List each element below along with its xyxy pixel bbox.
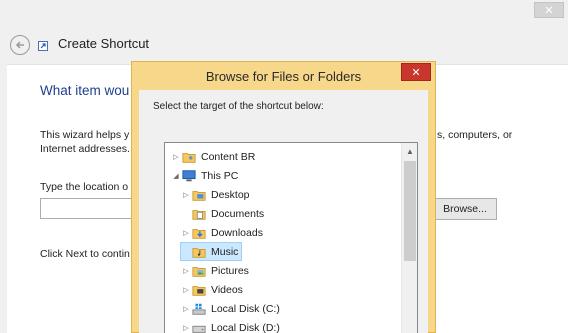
expand-arrow-icon[interactable]: ▷ bbox=[181, 191, 191, 199]
folder-pictures-icon bbox=[191, 263, 207, 279]
folder-user-icon bbox=[181, 149, 197, 165]
drive-icon bbox=[191, 320, 207, 333]
tree-item-label: Pictures bbox=[211, 264, 249, 277]
tree-item-documents[interactable]: Documents bbox=[181, 204, 264, 223]
folder-documents-icon bbox=[191, 206, 207, 222]
tree-item-pictures[interactable]: ▷ Pictures bbox=[181, 261, 249, 280]
wizard-desc-line2: Internet addresses. bbox=[40, 143, 130, 155]
tree-item-this-pc[interactable]: ◢ This PC bbox=[171, 166, 238, 185]
shortcut-icon bbox=[38, 41, 48, 51]
browse-button[interactable]: Browse... bbox=[433, 198, 497, 220]
next-instruction: Click Next to contin bbox=[40, 248, 130, 260]
tree-item-local-disk-c[interactable]: ▷ Local Disk (C:) bbox=[181, 299, 280, 318]
browse-dialog: Browse for Files or Folders ✕ Select the… bbox=[131, 61, 436, 333]
expand-arrow-icon[interactable]: ▷ bbox=[181, 229, 191, 237]
tree-scrollbar[interactable]: ▲ bbox=[401, 143, 417, 333]
expand-arrow-icon[interactable]: ▷ bbox=[181, 324, 191, 332]
tree-item-label: Local Disk (C:) bbox=[211, 302, 280, 315]
tree-item-videos[interactable]: ▷ Videos bbox=[181, 280, 243, 299]
back-arrow-icon bbox=[15, 41, 24, 49]
folder-downloads-icon bbox=[191, 225, 207, 241]
location-label: Type the location o bbox=[40, 181, 129, 193]
windows-drive-icon bbox=[191, 301, 207, 317]
expand-arrow-icon[interactable]: ▷ bbox=[181, 305, 191, 313]
dialog-body: Select the target of the shortcut below:… bbox=[139, 90, 428, 333]
collapse-arrow-icon[interactable]: ◢ bbox=[171, 172, 181, 180]
window-close-button[interactable]: ✕ bbox=[534, 2, 564, 18]
expand-arrow-icon[interactable]: ▷ bbox=[171, 153, 181, 161]
wizard-description: This wizard helps y Internet addresses. bbox=[40, 128, 130, 156]
computer-icon bbox=[181, 168, 197, 184]
tree-item-downloads[interactable]: ▷ Downloads bbox=[181, 223, 263, 242]
tree-item-label: Music bbox=[211, 245, 239, 258]
dialog-title: Browse for Files or Folders bbox=[205, 68, 362, 84]
back-button[interactable] bbox=[10, 35, 30, 55]
tree-item-label: Content BR bbox=[201, 150, 256, 163]
tree-item-music[interactable]: Music bbox=[180, 242, 243, 261]
tree-item-local-disk-d[interactable]: ▷ Local Disk (D:) bbox=[181, 318, 280, 333]
folder-desktop-icon bbox=[191, 187, 207, 203]
expand-arrow-icon[interactable]: ▷ bbox=[181, 286, 191, 294]
tree-item-content-br[interactable]: ▷ Content BR bbox=[171, 147, 255, 166]
tree-item-label: Videos bbox=[211, 283, 243, 296]
wizard-desc-line1: This wizard helps y bbox=[40, 129, 130, 141]
wizard-heading: What item wou bbox=[40, 83, 130, 98]
tree-item-label: Desktop bbox=[211, 188, 250, 201]
tree-item-label: Downloads bbox=[211, 226, 263, 239]
dialog-close-button[interactable]: ✕ bbox=[401, 63, 431, 81]
wizard-title: Create Shortcut bbox=[58, 36, 150, 51]
scroll-thumb[interactable] bbox=[404, 161, 416, 261]
expand-arrow-icon[interactable]: ▷ bbox=[181, 267, 191, 275]
folder-tree[interactable]: ▷ Local Disk (D:) ▷ Local Disk (C:) ▷ Videos ▷… bbox=[164, 142, 418, 333]
folder-music-icon bbox=[191, 244, 207, 260]
folder-videos-icon bbox=[191, 282, 207, 298]
dialog-subtitle: Select the target of the shortcut below: bbox=[153, 101, 324, 112]
tree-item-desktop[interactable]: ▷ Desktop bbox=[181, 185, 250, 204]
tree-item-label: This PC bbox=[201, 169, 239, 182]
wizard-desc-right: s, computers, or bbox=[437, 129, 513, 141]
tree-item-label: Local Disk (D:) bbox=[211, 321, 280, 333]
tree-item-label: Documents bbox=[211, 207, 265, 220]
scroll-up-icon[interactable]: ▲ bbox=[402, 143, 417, 160]
